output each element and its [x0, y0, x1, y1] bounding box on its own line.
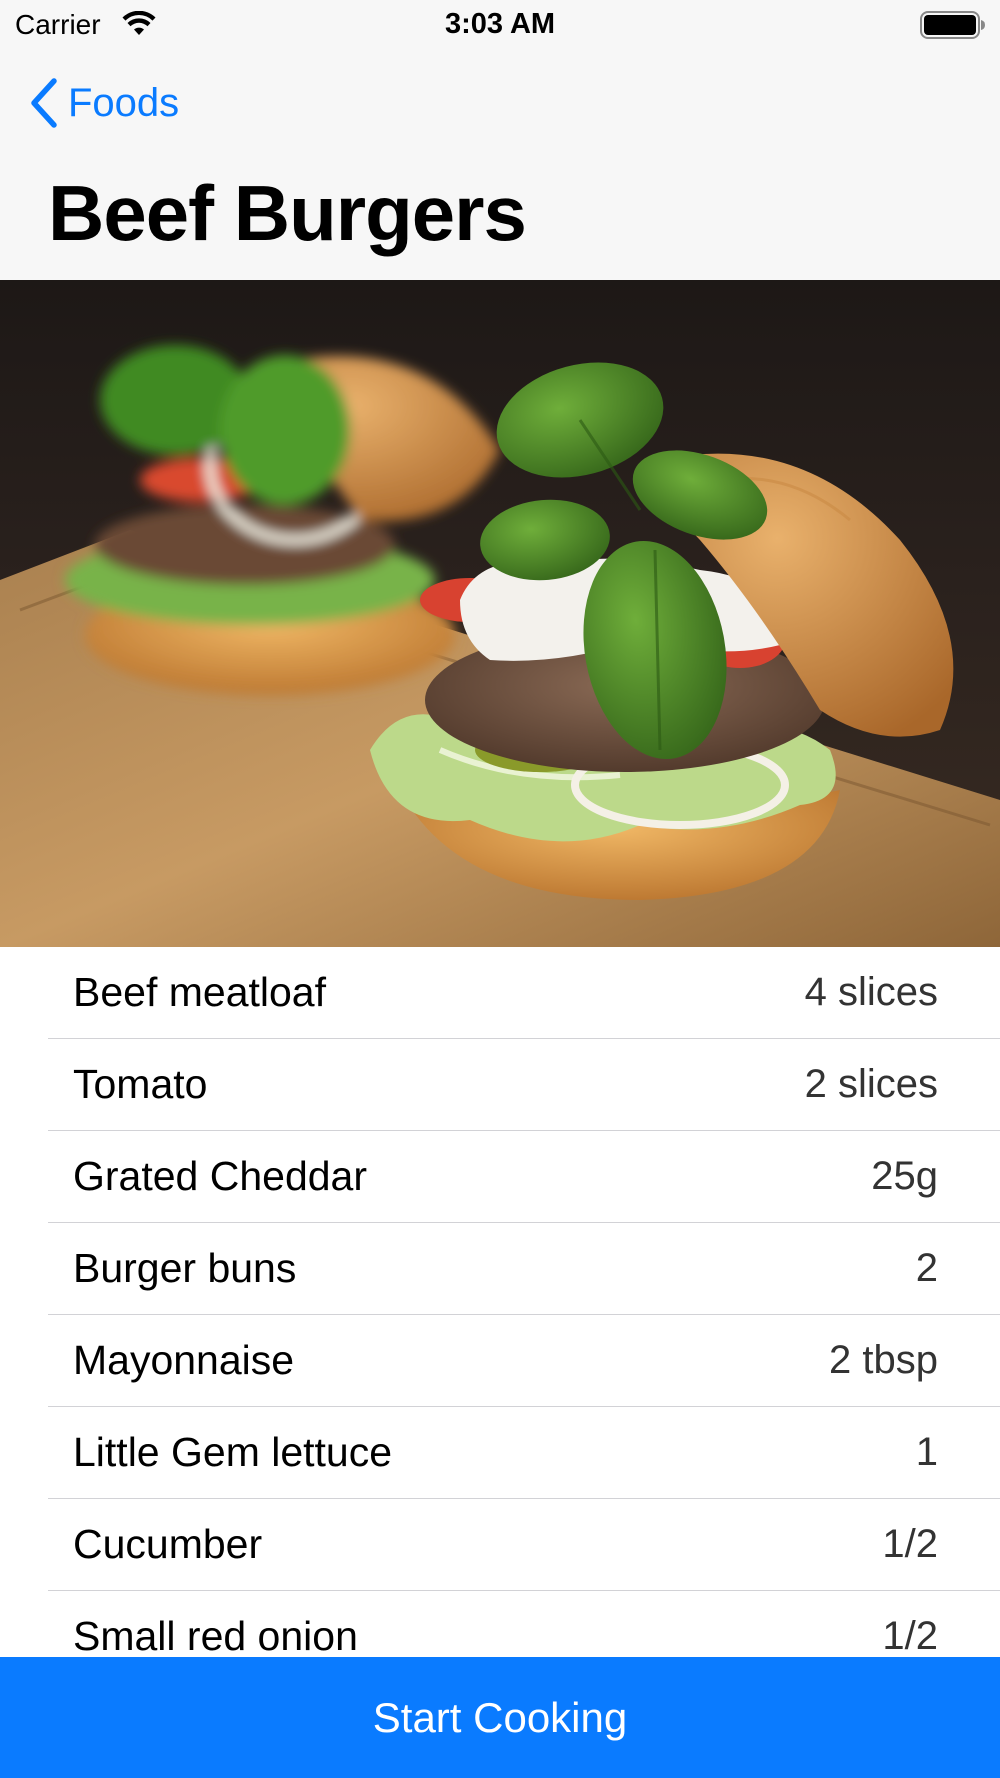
status-bar: Carrier 3:03 AM	[0, 0, 1000, 50]
ingredient-row[interactable]: Little Gem lettuce 1	[48, 1407, 1000, 1499]
status-time: 3:03 AM	[444, 8, 556, 40]
ingredient-name: Little Gem lettuce	[73, 1429, 393, 1475]
ingredient-row[interactable]: Small red onion 1/2	[48, 1591, 1000, 1657]
ingredient-name: Grated Cheddar	[73, 1153, 368, 1199]
start-cooking-button[interactable]: Start Cooking	[0, 1657, 1000, 1778]
recipe-detail-screen: Carrier 3:03 AM Foods Beef Burgers Beef …	[0, 0, 1000, 1778]
ingredient-quantity: 4 slices	[804, 970, 938, 1014]
ingredient-quantity: 2 slices	[804, 1062, 938, 1106]
ingredient-row[interactable]: Beef meatloaf 4 slices	[48, 947, 1000, 1039]
chevron-left-icon	[31, 78, 57, 128]
ingredient-row[interactable]: Cucumber 1/2	[48, 1499, 1000, 1591]
ingredient-name: Small red onion	[73, 1613, 358, 1657]
back-button-label: Foods	[68, 80, 180, 125]
ingredient-name: Cucumber	[73, 1521, 263, 1567]
ingredient-quantity: 1/2	[882, 1614, 938, 1657]
back-button[interactable]: Foods	[28, 75, 179, 131]
ingredient-name: Burger buns	[73, 1245, 297, 1291]
ingredient-row[interactable]: Tomato 2 slices	[48, 1039, 1000, 1131]
ingredient-quantity: 1/2	[882, 1522, 938, 1566]
ingredient-name: Beef meatloaf	[73, 969, 326, 1015]
navigation-bar: Foods Beef Burgers	[0, 50, 1000, 280]
ingredient-row[interactable]: Mayonnaise 2 tbsp	[48, 1315, 1000, 1407]
ingredient-name: Tomato	[73, 1061, 208, 1107]
battery-icon	[920, 11, 985, 39]
page-title: Beef Burgers	[48, 169, 527, 257]
ingredient-list[interactable]: Beef meatloaf 4 slices Tomato 2 slices G…	[0, 947, 1000, 1657]
ingredient-row[interactable]: Grated Cheddar 25g	[48, 1131, 1000, 1223]
ingredient-quantity: 25g	[871, 1154, 938, 1198]
ingredient-name: Mayonnaise	[73, 1337, 295, 1383]
burger-photo	[0, 280, 1000, 947]
ingredient-row[interactable]: Burger buns 2	[48, 1223, 1000, 1315]
ingredient-quantity: 2	[915, 1246, 938, 1290]
ingredient-quantity: 2 tbsp	[829, 1338, 938, 1382]
ingredient-quantity: 1	[915, 1430, 938, 1474]
